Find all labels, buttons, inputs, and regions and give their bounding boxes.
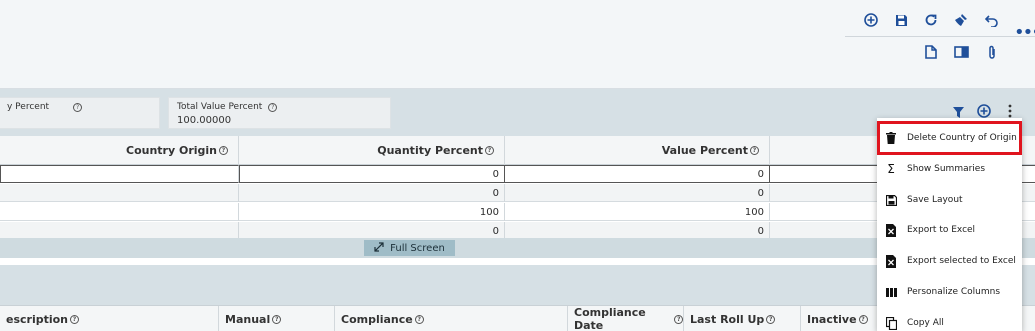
menu-item-label: Export to Excel xyxy=(907,225,976,235)
undo-icon[interactable] xyxy=(981,9,1003,31)
column-compliance-date[interactable]: Compliance Date? xyxy=(568,306,684,331)
help-icon[interactable]: ? xyxy=(70,314,80,324)
help-icon[interactable]: ? xyxy=(766,314,776,324)
add-circle-icon[interactable] xyxy=(860,9,882,31)
cell-qty[interactable]: 0 xyxy=(239,165,505,183)
toolbar-divider xyxy=(845,36,1035,37)
excel-icon xyxy=(885,223,897,237)
help-icon[interactable]: ? xyxy=(73,102,83,112)
quantity-percent-summary: y Percent? xyxy=(0,97,160,129)
total-value-percent-summary: Total Value Percent? 100.00000 xyxy=(168,97,391,129)
help-icon[interactable]: ? xyxy=(750,146,759,155)
cell-country[interactable] xyxy=(0,165,239,183)
column-quantity-percent[interactable]: Quantity Percent? xyxy=(239,136,505,165)
menu-item-label: Delete Country of Origin xyxy=(907,133,1017,143)
column-manual[interactable]: Manual? xyxy=(219,306,335,331)
column-label: Country Origin xyxy=(126,144,217,157)
expand-icon xyxy=(374,241,384,255)
column-label: Compliance xyxy=(341,312,413,326)
refresh-icon[interactable] xyxy=(920,9,942,31)
cell-value[interactable]: 0 xyxy=(505,165,770,183)
column-last-roll-up[interactable]: Last Roll Up? xyxy=(684,306,801,331)
document-icon[interactable] xyxy=(920,41,942,63)
cell-qty[interactable]: 0 xyxy=(239,184,505,202)
sigma-icon: Σ xyxy=(887,162,895,176)
fullscreen-label: Full Screen xyxy=(390,242,445,254)
help-icon[interactable]: ? xyxy=(219,146,228,155)
menu-item-show-summaries[interactable]: Σ Show Summaries xyxy=(877,154,1022,184)
help-icon[interactable]: ? xyxy=(272,314,282,324)
cell-value[interactable]: 100 xyxy=(505,203,770,221)
menu-item-label: Save Layout xyxy=(907,195,963,205)
excel-selected-icon xyxy=(885,254,897,268)
columns-icon xyxy=(885,285,897,299)
menu-item-label: Personalize Columns xyxy=(907,287,1001,297)
summary-value: 100.00000 xyxy=(177,115,232,126)
column-country-origin[interactable]: Country Origin? xyxy=(0,136,239,165)
save-layout-icon xyxy=(885,193,897,207)
column-description[interactable]: escription? xyxy=(0,306,219,331)
grid-context-menu: Delete Country of Origin Σ Show Summarie… xyxy=(877,118,1022,331)
cell-qty[interactable]: 100 xyxy=(239,203,505,221)
help-icon[interactable]: ? xyxy=(268,102,278,112)
column-label: Last Roll Up xyxy=(690,312,765,326)
top-toolbar: ••• xyxy=(0,0,1035,89)
cell-country[interactable] xyxy=(0,203,239,221)
help-icon[interactable]: ? xyxy=(414,314,424,324)
attachment-icon[interactable] xyxy=(981,41,1003,63)
save-icon[interactable] xyxy=(890,9,912,31)
column-label: Value Percent xyxy=(661,144,748,157)
menu-item-delete-country-of-origin[interactable]: Delete Country of Origin xyxy=(877,123,1022,153)
menu-item-label: Show Summaries xyxy=(907,164,986,174)
cell-country[interactable] xyxy=(0,184,239,202)
trash-icon xyxy=(885,131,897,145)
column-label: Quantity Percent xyxy=(377,144,483,157)
cell-value[interactable]: 0 xyxy=(505,184,770,202)
menu-item-export-selected-to-excel[interactable]: Export selected to Excel xyxy=(877,246,1022,276)
column-compliance[interactable]: Compliance? xyxy=(335,306,568,331)
summary-label: y Percent xyxy=(7,102,50,112)
fullscreen-button[interactable]: Full Screen xyxy=(364,240,455,256)
menu-item-personalize-columns[interactable]: Personalize Columns xyxy=(877,277,1022,307)
column-label: Inactive xyxy=(807,312,857,326)
column-value-percent[interactable]: Value Percent? xyxy=(505,136,770,165)
menu-item-label: Export selected to Excel xyxy=(907,256,1016,266)
column-label: Compliance Date xyxy=(574,306,646,331)
column-label: Manual xyxy=(225,312,271,326)
help-icon[interactable]: ? xyxy=(485,146,494,155)
menu-item-label: Copy All xyxy=(907,318,944,328)
copy-icon xyxy=(885,316,897,330)
menu-item-copy-all[interactable]: Copy All xyxy=(877,308,1022,331)
menu-item-save-layout[interactable]: Save Layout xyxy=(877,185,1022,215)
column-label: escription xyxy=(6,312,69,326)
panel-icon[interactable] xyxy=(950,41,972,63)
help-icon[interactable]: ? xyxy=(858,314,868,324)
clear-brush-icon[interactable] xyxy=(950,9,972,31)
menu-item-export-to-excel[interactable]: Export to Excel xyxy=(877,215,1022,245)
summary-label: Total Value Percent xyxy=(177,102,263,112)
more-options-icon[interactable]: ••• xyxy=(1014,22,1035,43)
help-icon[interactable]: ? xyxy=(674,314,683,324)
